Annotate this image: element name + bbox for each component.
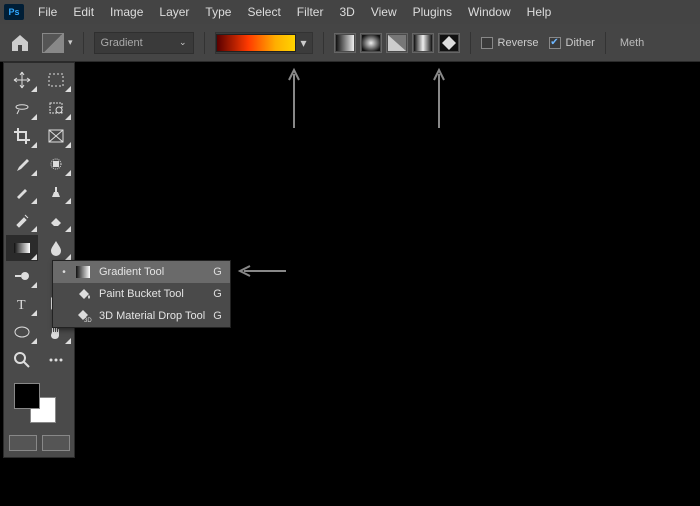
lasso-tool[interactable] (6, 95, 38, 121)
flyout-item-label: 3D Material Drop Tool (99, 310, 205, 322)
flyout-item-gradient[interactable]: • Gradient Tool G (53, 261, 230, 283)
menu-view[interactable]: View (363, 2, 405, 22)
flyout-item-label: Gradient Tool (99, 266, 205, 278)
annotation-arrow-icon (238, 265, 286, 277)
menu-layer[interactable]: Layer (151, 2, 197, 22)
brush-tool[interactable] (6, 179, 38, 205)
flyout-item-shortcut: G (213, 310, 222, 322)
gradient-radial-button[interactable] (360, 33, 382, 53)
flyout-item-3d-material[interactable]: 3D 3D Material Drop Tool G (53, 305, 230, 327)
gradient-preview (216, 34, 296, 52)
flyout-item-paint-bucket[interactable]: Paint Bucket Tool G (53, 283, 230, 305)
menu-bar: Ps File Edit Image Layer Type Select Fil… (0, 0, 700, 24)
eraser-tool[interactable] (40, 207, 72, 233)
separator (605, 32, 606, 54)
menu-window[interactable]: Window (460, 2, 519, 22)
reverse-checkbox-label: Reverse (498, 37, 539, 49)
options-bar: ▾ Gradient ⌄ ▾ Reverse ✔ Dither (0, 24, 700, 62)
flyout-item-shortcut: G (213, 288, 222, 300)
gradient-tool[interactable] (6, 235, 38, 261)
separator (204, 32, 205, 54)
method-label: Meth (616, 37, 648, 49)
gradient-tool-flyout: • Gradient Tool G Paint Bucket Tool G 3D… (52, 260, 231, 328)
menu-filter[interactable]: Filter (289, 2, 332, 22)
clone-stamp-tool[interactable] (40, 179, 72, 205)
checkbox-icon (481, 37, 493, 49)
gradient-angle-button[interactable] (386, 33, 408, 53)
quick-mask-button[interactable] (9, 435, 37, 451)
frame-tool[interactable] (40, 123, 72, 149)
tool-preset-swatch-icon (42, 33, 64, 53)
screen-mode-button[interactable] (42, 435, 70, 451)
separator (470, 32, 471, 54)
color-swatches[interactable] (10, 379, 68, 427)
shape-tool[interactable] (6, 319, 38, 345)
chevron-down-icon: ⌄ (179, 37, 187, 48)
blur-tool[interactable] (40, 235, 72, 261)
menu-plugins[interactable]: Plugins (405, 2, 460, 22)
svg-text:3D: 3D (84, 318, 92, 324)
annotation-arrow-icon (433, 68, 445, 128)
active-dot-icon: • (61, 267, 67, 278)
home-icon[interactable] (8, 32, 32, 54)
material-drop-icon: 3D (75, 308, 91, 324)
menu-select[interactable]: Select (239, 2, 288, 22)
gradient-editor-picker[interactable]: ▾ (215, 32, 313, 54)
menu-edit[interactable]: Edit (65, 2, 102, 22)
bucket-icon (75, 286, 91, 302)
flyout-item-shortcut: G (213, 266, 222, 278)
gradient-icon (75, 264, 91, 280)
menu-3d[interactable]: 3D (331, 2, 362, 22)
quick-select-tool[interactable] (40, 95, 72, 121)
menu-file[interactable]: File (30, 2, 65, 22)
gradient-linear-button[interactable] (334, 33, 356, 53)
dither-checkbox[interactable]: ✔ Dither (549, 37, 595, 49)
annotation-arrow-icon (288, 68, 300, 128)
move-tool[interactable] (6, 67, 38, 93)
type-tool[interactable]: T (6, 291, 38, 317)
dodge-tool[interactable] (6, 263, 38, 289)
artboard-tool[interactable] (40, 67, 72, 93)
blend-mode-dropdown[interactable]: Gradient ⌄ (94, 32, 194, 54)
svg-text:T: T (17, 298, 26, 313)
menu-image[interactable]: Image (102, 2, 151, 22)
checkbox-checked-icon: ✔ (549, 37, 561, 49)
edit-toolbar[interactable] (40, 347, 72, 373)
tool-preset-picker[interactable]: ▾ (42, 33, 73, 53)
flyout-item-label: Paint Bucket Tool (99, 288, 205, 300)
history-brush-tool[interactable] (6, 207, 38, 233)
dither-checkbox-label: Dither (566, 37, 595, 49)
separator (323, 32, 324, 54)
blend-mode-label: Gradient (101, 37, 143, 49)
gradient-diamond-button[interactable] (438, 33, 460, 53)
chevron-down-icon: ▾ (296, 33, 312, 53)
gradient-type-buttons (334, 33, 460, 53)
chevron-down-icon: ▾ (68, 37, 73, 48)
crop-tool[interactable] (6, 123, 38, 149)
menu-help[interactable]: Help (519, 2, 560, 22)
foreground-color[interactable] (14, 383, 40, 409)
reverse-checkbox[interactable]: Reverse (481, 37, 539, 49)
spot-heal-tool[interactable] (40, 151, 72, 177)
menu-type[interactable]: Type (197, 2, 239, 22)
separator (83, 32, 84, 54)
app-logo: Ps (4, 4, 24, 20)
eyedropper-tool[interactable] (6, 151, 38, 177)
gradient-reflected-button[interactable] (412, 33, 434, 53)
zoom-tool[interactable] (6, 347, 38, 373)
